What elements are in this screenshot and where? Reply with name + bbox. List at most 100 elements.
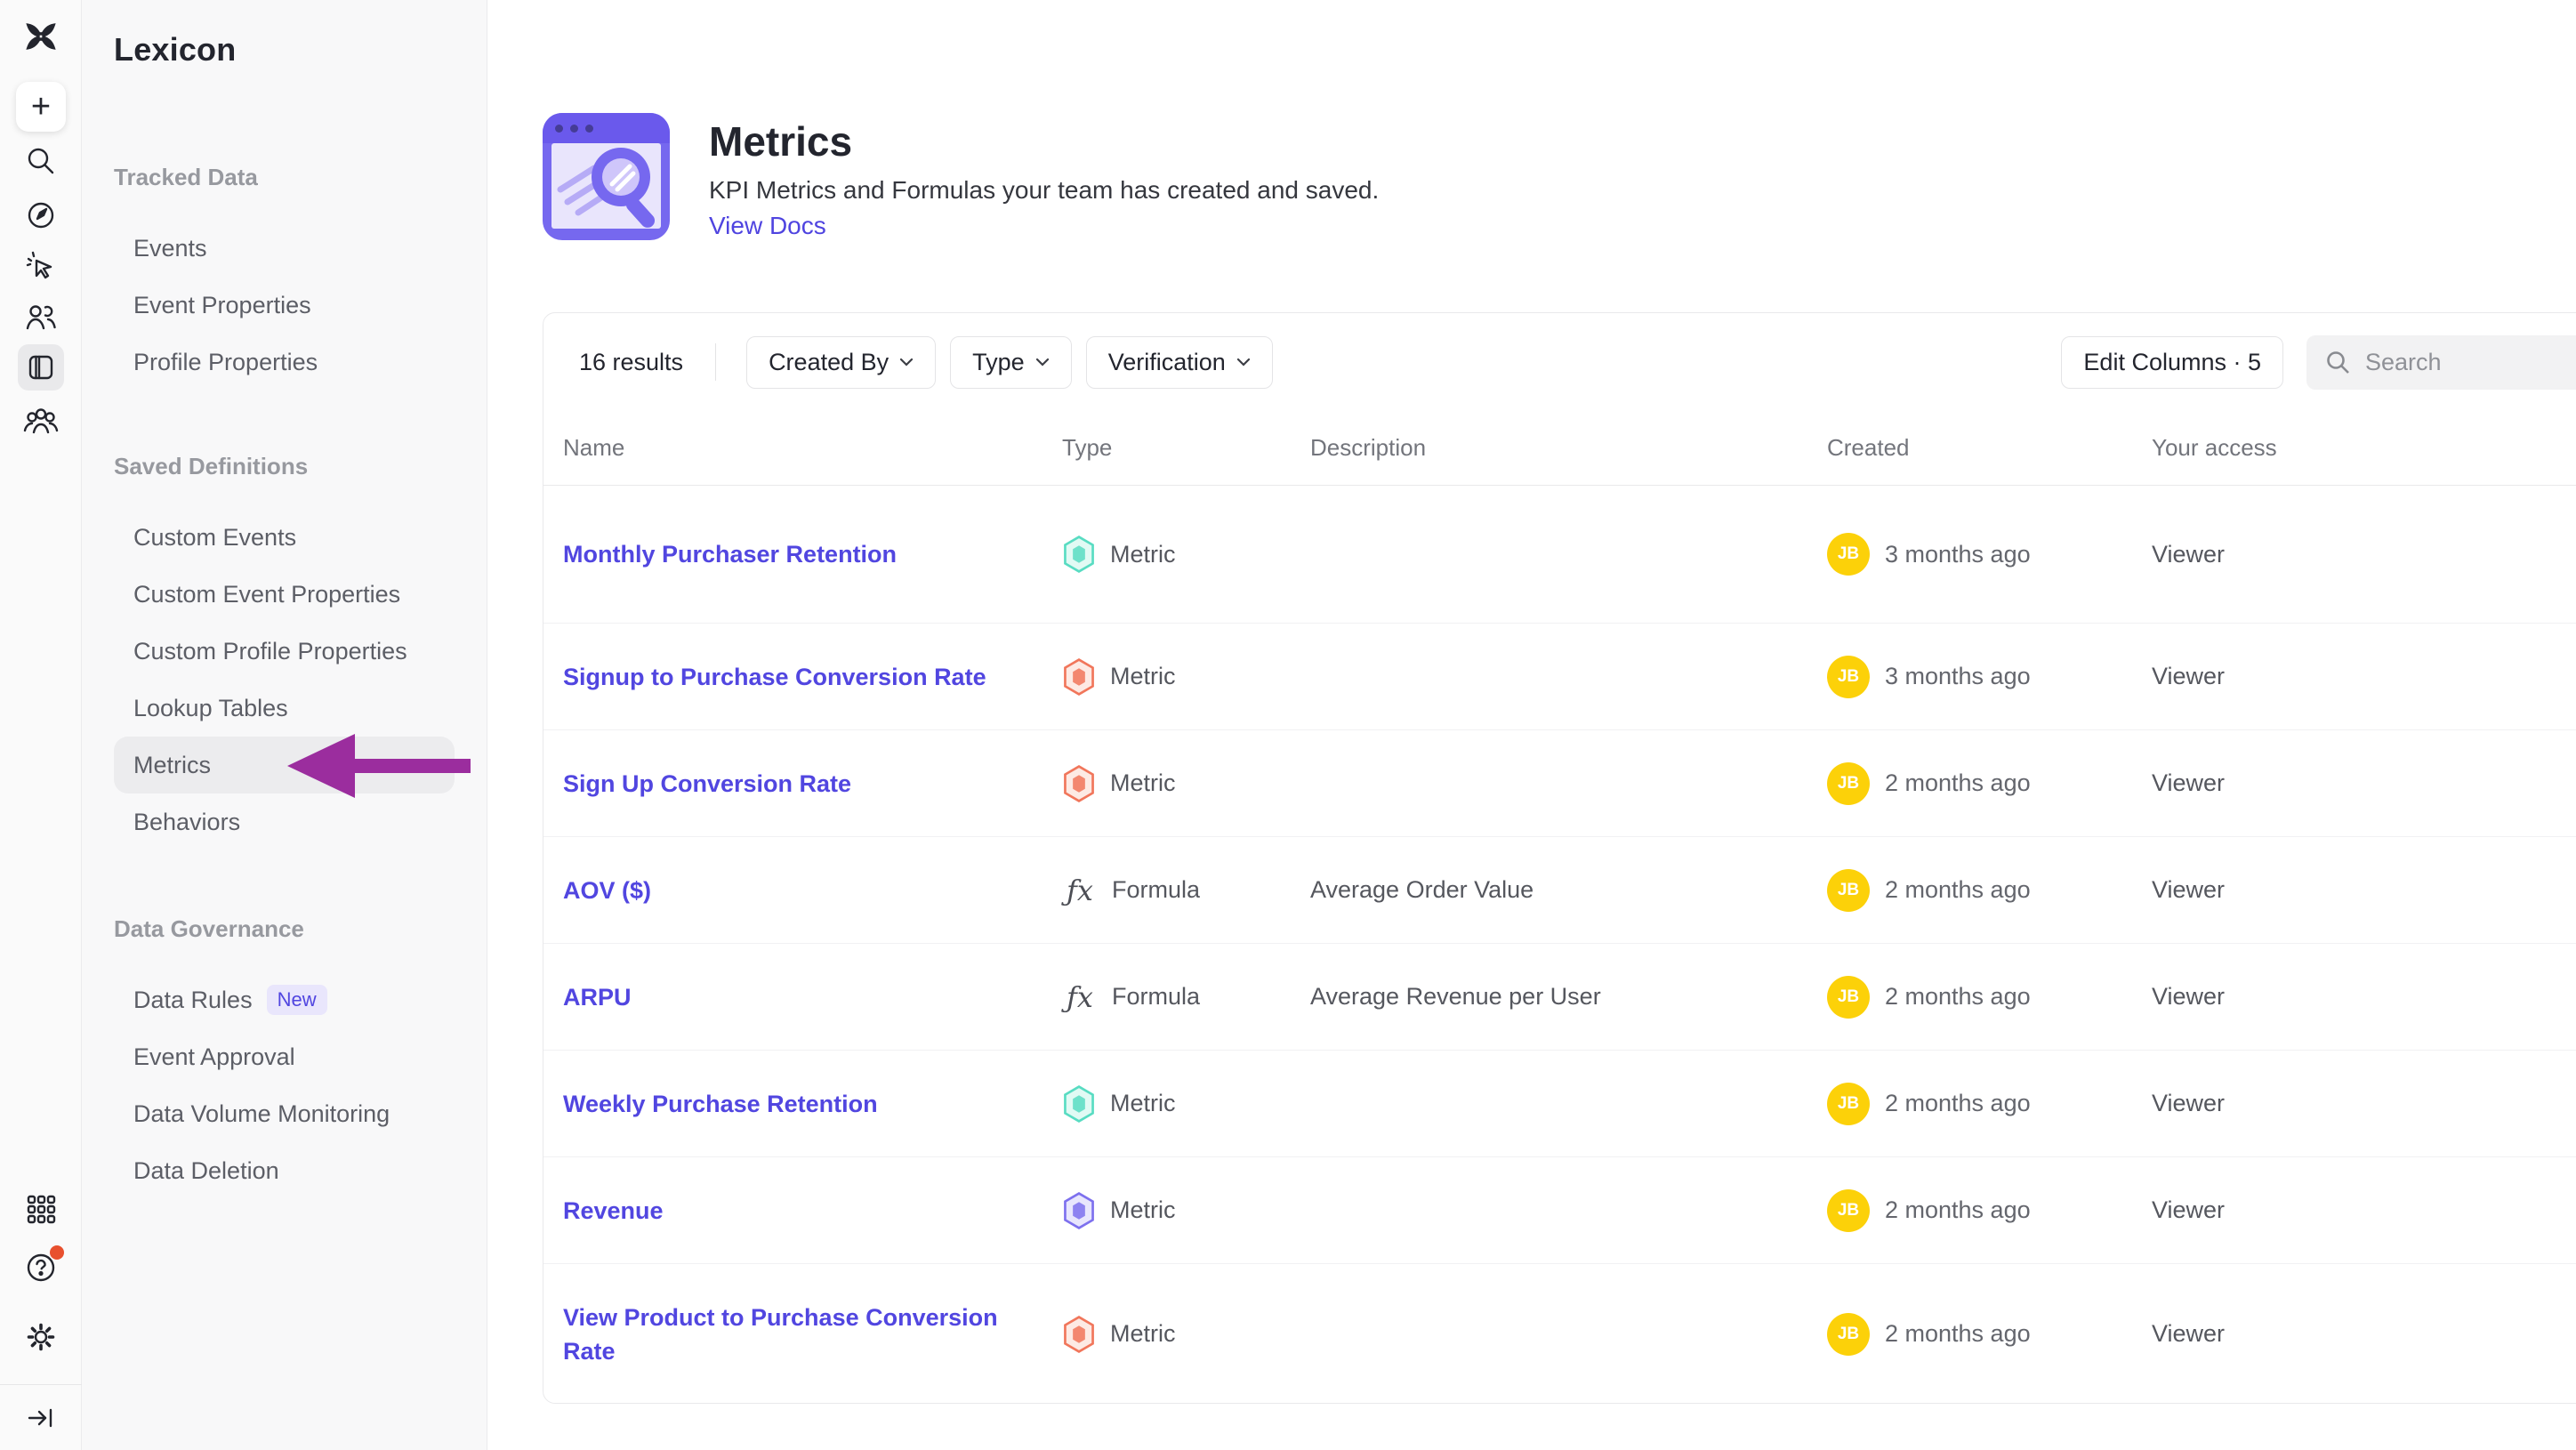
metric-name-link[interactable]: ARPU: [563, 984, 632, 1011]
table-row[interactable]: Revenue Metric JB 2 months ago Viewer: [543, 1156, 2576, 1263]
name-cell: Sign Up Conversion Rate: [563, 767, 1062, 801]
avatar: JB: [1827, 1083, 1870, 1125]
metric-name-link[interactable]: View Product to Purchase Conversion Rate: [563, 1304, 998, 1365]
avatar: JB: [1827, 1313, 1870, 1356]
sidebar-item-lookup-tables[interactable]: Lookup Tables: [114, 680, 455, 737]
created-label: 2 months ago: [1885, 876, 2031, 904]
search-input[interactable]: [2365, 349, 2561, 376]
sidebar-section-heading: Tracked Data: [114, 163, 487, 191]
metric-hexagon-icon: [1062, 536, 1096, 573]
description-cell: Average Revenue per User: [1310, 983, 1827, 1011]
toolbar-divider: [715, 343, 716, 381]
name-cell: Weekly Purchase Retention: [563, 1087, 1062, 1121]
created-cell: JB 2 months ago: [1827, 762, 2152, 805]
name-cell: Revenue: [563, 1194, 1062, 1228]
rail-item-sign-out[interactable]: [0, 1403, 82, 1433]
rail-item-events-cursor[interactable]: [0, 250, 82, 282]
rail-item-create[interactable]: +: [0, 82, 82, 132]
access-cell: Viewer: [2152, 983, 2576, 1011]
created-cell: JB 2 months ago: [1827, 1083, 2152, 1125]
rail-item-users[interactable]: [0, 302, 82, 332]
type-cell: Metric: [1062, 765, 1310, 802]
table-row[interactable]: Weekly Purchase Retention Metric JB 2 mo…: [543, 1050, 2576, 1156]
page-title: Metrics: [709, 118, 1379, 165]
column-header-type: Type: [1062, 434, 1310, 462]
sidebar-title: Lexicon: [114, 30, 487, 69]
type-label: Metric: [1110, 1090, 1176, 1117]
results-count: 16 results: [579, 349, 683, 376]
sidebar-item-metrics[interactable]: Metrics: [114, 737, 455, 793]
metric-hexagon-icon: [1062, 1316, 1096, 1353]
access-cell: Viewer: [2152, 1320, 2576, 1348]
sidebar-item-data-deletion[interactable]: Data Deletion: [114, 1142, 455, 1199]
metric-name-link[interactable]: Revenue: [563, 1197, 664, 1224]
created-label: 3 months ago: [1885, 541, 2031, 568]
rail-item-search[interactable]: [0, 145, 82, 177]
sidebar-item-custom-event-properties[interactable]: Custom Event Properties: [114, 566, 455, 623]
created-cell: JB 3 months ago: [1827, 656, 2152, 698]
table-toolbar: 16 results Created By Type Verification …: [543, 313, 2576, 411]
edit-columns-button[interactable]: Edit Columns · 5: [2061, 336, 2283, 389]
access-cell: Viewer: [2152, 541, 2576, 568]
access-cell: Viewer: [2152, 663, 2576, 690]
table-row[interactable]: Sign Up Conversion Rate Metric JB 2 mont…: [543, 729, 2576, 836]
metrics-table-card: 16 results Created By Type Verification …: [543, 312, 2576, 1404]
rail-item-apps-grid[interactable]: [0, 1193, 82, 1225]
metric-name-link[interactable]: Sign Up Conversion Rate: [563, 770, 851, 797]
filter-verification-button[interactable]: Verification: [1086, 336, 1273, 389]
rail-item-help[interactable]: [0, 1251, 82, 1285]
table-row[interactable]: ARPU ƒx Formula Average Revenue per User…: [543, 943, 2576, 1050]
metric-name-link[interactable]: Signup to Purchase Conversion Rate: [563, 664, 986, 690]
search-box[interactable]: [2306, 335, 2576, 390]
table-row[interactable]: AOV ($) ƒx Formula Average Order Value J…: [543, 836, 2576, 943]
filter-type-button[interactable]: Type: [950, 336, 1072, 389]
sidebar-item-events[interactable]: Events: [114, 220, 455, 277]
metric-hexagon-icon: [1062, 1192, 1096, 1229]
metric-hexagon-icon: [1062, 658, 1096, 696]
sidebar-item-behaviors[interactable]: Behaviors: [114, 793, 455, 850]
filter-created-by-button[interactable]: Created By: [746, 336, 936, 389]
metric-name-link[interactable]: Weekly Purchase Retention: [563, 1091, 878, 1117]
sign-out-icon: [26, 1403, 56, 1433]
created-label: 2 months ago: [1885, 983, 2031, 1011]
boards-icon: [18, 344, 64, 391]
type-cell: Metric: [1062, 658, 1310, 696]
mixpanel-logo-icon: [22, 18, 60, 55]
created-cell: JB 3 months ago: [1827, 533, 2152, 576]
avatar: JB: [1827, 762, 1870, 805]
metric-name-link[interactable]: AOV ($): [563, 877, 651, 904]
rail-item-community[interactable]: [0, 405, 82, 435]
sidebar-item-custom-profile-properties[interactable]: Custom Profile Properties: [114, 623, 455, 680]
metric-name-link[interactable]: Monthly Purchaser Retention: [563, 541, 897, 568]
sidebar-item-profile-properties[interactable]: Profile Properties: [114, 334, 455, 391]
name-cell: Signup to Purchase Conversion Rate: [563, 660, 1062, 694]
view-docs-link[interactable]: View Docs: [709, 211, 826, 241]
access-cell: Viewer: [2152, 769, 2576, 797]
users-icon: [24, 302, 58, 332]
apps-grid-icon: [25, 1193, 57, 1225]
sidebar-item-custom-events[interactable]: Custom Events: [114, 509, 455, 566]
sidebar-section-heading: Saved Definitions: [114, 452, 487, 480]
access-cell: Viewer: [2152, 1196, 2576, 1224]
created-label: 2 months ago: [1885, 769, 2031, 797]
name-cell: ARPU: [563, 980, 1062, 1014]
metrics-page-icon: [543, 113, 670, 240]
sidebar-item-data-rules[interactable]: Data Rules New: [114, 971, 455, 1028]
table-row[interactable]: Signup to Purchase Conversion Rate Metri…: [543, 623, 2576, 729]
rail-item-explore[interactable]: [0, 199, 82, 231]
rail-item-mixpanel-logo[interactable]: [0, 18, 82, 55]
type-cell: Metric: [1062, 536, 1310, 573]
table-row[interactable]: View Product to Purchase Conversion Rate…: [543, 1263, 2576, 1404]
rail-item-boards[interactable]: [0, 344, 82, 391]
sidebar-item-data-volume-monitoring[interactable]: Data Volume Monitoring: [114, 1085, 455, 1142]
table-row[interactable]: Monthly Purchaser Retention Metric JB 3 …: [543, 486, 2576, 623]
sidebar-item-event-approval[interactable]: Event Approval: [114, 1028, 455, 1085]
chevron-down-icon: [899, 358, 914, 367]
sidebar-section: Saved Definitions Custom Events Custom E…: [114, 452, 487, 850]
type-cell: ƒx Formula: [1062, 874, 1310, 907]
type-label: Formula: [1112, 983, 1200, 1011]
sidebar-item-event-properties[interactable]: Event Properties: [114, 277, 455, 334]
help-icon: [24, 1251, 58, 1285]
type-label: Metric: [1110, 541, 1176, 568]
rail-item-settings[interactable]: [0, 1320, 82, 1354]
